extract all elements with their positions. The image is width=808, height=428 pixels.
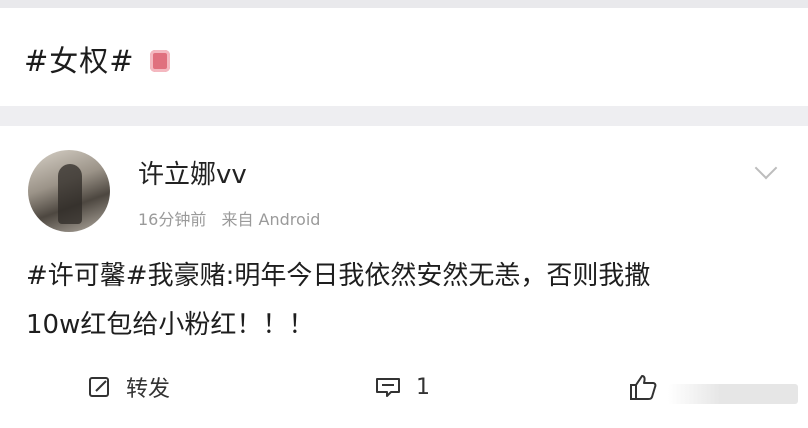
like-button[interactable] — [628, 370, 672, 404]
topic-title[interactable]: #女权# — [24, 38, 135, 80]
watermark — [668, 384, 798, 404]
topic-header: #女权# — [0, 8, 808, 106]
post-time: 16分钟前 — [138, 210, 207, 229]
post-actions: 转发 1 — [0, 362, 808, 412]
avatar[interactable] — [28, 150, 110, 232]
top-strip — [0, 0, 808, 8]
chevron-down-icon[interactable] — [754, 156, 778, 180]
post-content-line-2: 10w红包给小粉红！！！ — [26, 310, 315, 340]
topic-badge-icon — [150, 50, 170, 72]
post-meta: 16分钟前 来自 Android — [138, 206, 330, 230]
post-source: 来自 Android — [221, 210, 321, 229]
avatar-figure — [58, 164, 82, 224]
repost-button[interactable]: 转发 — [88, 370, 170, 404]
thumbs-up-icon — [628, 372, 658, 402]
post-content-line-1: #许可馨#我豪赌:明年今日我依然安然无恙，否则我撒 — [26, 261, 651, 291]
edit-square-icon — [88, 375, 112, 399]
username[interactable]: 许立娜vv — [138, 154, 247, 191]
comment-button[interactable]: 1 — [374, 370, 430, 404]
post-card: 许立娜vv 16分钟前 来自 Android #许可馨#我豪赌:明年今日我依然安… — [0, 126, 808, 428]
repost-label: 转发 — [126, 377, 171, 402]
comment-count: 1 — [416, 374, 430, 400]
weibo-page: #女权# 许立娜vv 16分钟前 来自 Android #许可馨#我豪赌:明年今… — [0, 0, 808, 428]
post-content[interactable]: #许可馨#我豪赌:明年今日我依然安然无恙，否则我撒 10w红包给小粉红！！！ — [26, 252, 786, 350]
section-divider — [0, 106, 808, 126]
comment-bubble-icon — [374, 375, 402, 399]
